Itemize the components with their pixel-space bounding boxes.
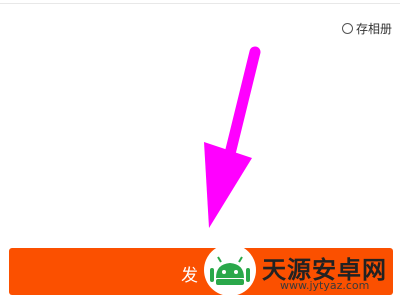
watermark-logo-icon <box>204 244 256 296</box>
watermark: 天源安卓网 www.jytyaz.com <box>200 240 400 300</box>
watermark-url: www.jytyaz.com <box>280 279 370 292</box>
